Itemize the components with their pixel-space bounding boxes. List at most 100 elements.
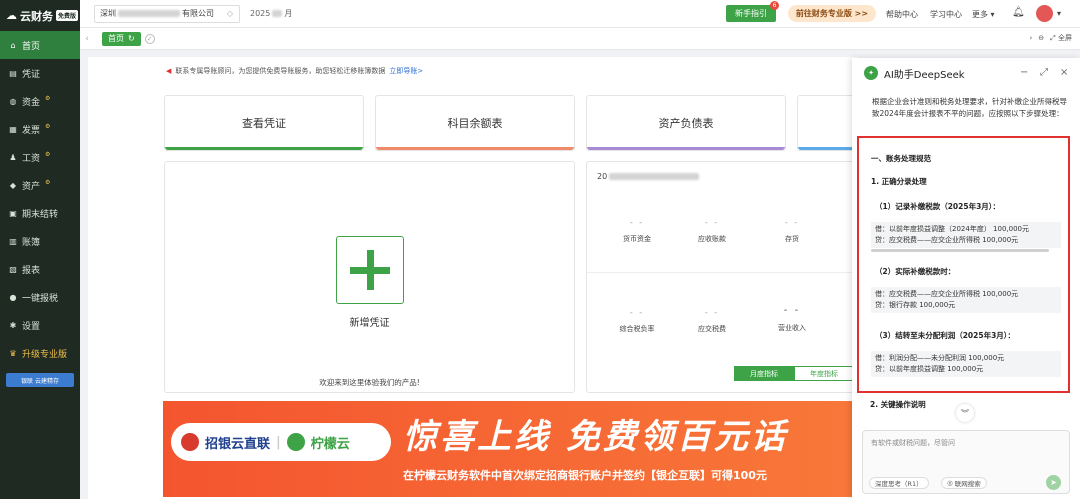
- voucher-icon: ▤: [9, 68, 17, 78]
- scroll-down-icon[interactable]: ︾: [956, 404, 974, 422]
- fullscreen-button[interactable]: ⤢ 全屏: [1050, 33, 1072, 43]
- company-selector[interactable]: 深圳 有限公司 ◇: [94, 4, 240, 23]
- indicator-toggle: 月度指标 年度指标: [734, 366, 854, 381]
- help-center-link[interactable]: 帮助中心: [886, 9, 918, 20]
- avatar[interactable]: [1036, 5, 1053, 22]
- new-feature-icon: ⚙: [45, 150, 51, 158]
- ai-journal-entry-3: 借：利润分配——未分配利润 100,000元 贷：以前年度损益调整 100,00…: [871, 351, 1061, 377]
- web-search-toggle[interactable]: ◎ 联网搜索: [941, 477, 987, 489]
- sidebar-item-fund[interactable]: ◍ 资金 ⚙: [0, 87, 80, 115]
- quick-view-voucher[interactable]: 查看凭证: [164, 95, 364, 151]
- learning-center-link[interactable]: 学习中心: [930, 9, 962, 20]
- lemon-logo-icon: [286, 433, 305, 451]
- sidebar-item-tax[interactable]: ● 一键报税: [0, 283, 80, 311]
- stat-value: - -: [784, 218, 800, 227]
- quick-label: 资产负债表: [658, 117, 714, 130]
- quick-account-balance[interactable]: 科目余额表: [375, 95, 575, 151]
- stat-value: - -: [629, 308, 645, 317]
- yearly-indicator-tab[interactable]: 年度指标: [794, 366, 854, 381]
- sidebar-item-salary[interactable]: ♟ 工资 ⚙: [0, 143, 80, 171]
- plus-icon: [350, 250, 390, 290]
- close-tabs-icon[interactable]: ⊖: [1038, 34, 1044, 42]
- stat-label: 货币资金: [623, 235, 651, 243]
- report-icon: ▧: [9, 264, 17, 274]
- stat-cash: - - 货币资金: [597, 218, 677, 244]
- ai-next-section: 2. 关键操作说明: [870, 400, 926, 409]
- stat-value: - -: [629, 218, 645, 227]
- sidebar-item-settings[interactable]: ✱ 设置: [0, 311, 80, 339]
- bell-icon[interactable]: 🔔︎: [1012, 7, 1025, 18]
- stat-label: 营业收入: [778, 324, 806, 332]
- monthly-indicator-tab[interactable]: 月度指标: [734, 366, 794, 381]
- quick-item-4[interactable]: [797, 95, 858, 151]
- sidebar: ☁ 云财务 免费版 ⌂ 首页 ▤ 凭证 ◍ 资金 ⚙ ▦ 发票 ⚙ ♟ 工资 ⚙ ◆ 资产 ⚙ ▣ 期末结转 ▥ 账簿…: [0, 0, 80, 499]
- stat-label: 综合税负率: [619, 325, 655, 333]
- notice-link[interactable]: 立即导账>: [389, 66, 423, 76]
- chevron-down-icon[interactable]: ▾: [1057, 9, 1061, 18]
- send-icon[interactable]: ➤: [1046, 475, 1061, 490]
- ai-question-input[interactable]: 有软件或财税问题，尽管问 深度思考（R1） ◎ 联网搜索 ➤: [862, 430, 1070, 494]
- salary-icon: ♟: [9, 152, 17, 162]
- go-pro-button[interactable]: 前往财务专业版 >>: [788, 5, 876, 22]
- new-voucher-button[interactable]: [336, 236, 404, 304]
- chevron-down-icon: ▾: [990, 10, 995, 19]
- check-circle-icon[interactable]: ✓: [144, 33, 155, 44]
- tab-actions: › ⊖ ⤢ 全屏: [1029, 33, 1072, 43]
- quick-label: 查看凭证: [242, 117, 286, 130]
- sidebar-item-label: 账簿: [22, 237, 41, 248]
- refresh-icon[interactable]: ↻: [128, 34, 135, 43]
- sidebar-item-invoice[interactable]: ▦ 发票 ⚙: [0, 115, 80, 143]
- quick-balance-sheet[interactable]: 资产负债表: [586, 95, 786, 151]
- period-selector[interactable]: 2025 月: [250, 8, 292, 19]
- company-name-suffix: 有限公司: [182, 9, 214, 18]
- sidebar-item-ledger[interactable]: ▥ 账簿: [0, 227, 80, 255]
- beginner-guide-button[interactable]: 新手指引: [726, 5, 776, 22]
- welcome-text: 欢迎来到这里体验我们的产品!: [319, 378, 420, 387]
- tab-scroll-right-icon[interactable]: ›: [1029, 34, 1032, 42]
- sidebar-item-label: 工资: [22, 153, 41, 164]
- ai-step-3: （3）结转至未分配利润（2025年3月）：: [875, 331, 1016, 340]
- sidebar-item-upgrade[interactable]: ♛ 升级专业版: [0, 339, 80, 367]
- sidebar-item-label: 设置: [22, 321, 41, 332]
- invoice-icon: ▦: [9, 124, 17, 134]
- new-voucher-panel: 新增凭证 欢迎来到这里体验我们的产品!: [164, 161, 575, 393]
- promo-banner[interactable]: 招银云直联 | 柠檬云 惊喜上线 免费领百元话 在柠檬云财务软件中首次绑定招商银…: [163, 401, 858, 497]
- more-menu[interactable]: 更多 ▾: [972, 9, 995, 20]
- banner-logo-cmb: 招银云直联: [205, 436, 271, 452]
- sidebar-item-voucher[interactable]: ▤ 凭证: [0, 59, 80, 87]
- ai-answer-highlight: 一、账务处理规范 1. 正确分录处理 （1）记录补缴税款（2025年3月）： 借…: [857, 136, 1070, 393]
- cmb-logo-icon: [181, 433, 199, 451]
- stat-label: 存货: [785, 235, 799, 243]
- ai-intro-text: 根据企业会计准则和税务处理要求，针对补缴企业所得税导致2024年度会计报表不平的…: [872, 97, 1067, 118]
- code-scrollbar[interactable]: [871, 249, 1049, 252]
- sidebar-item-asset[interactable]: ◆ 资产 ⚙: [0, 171, 80, 199]
- journal-debit-line: 借：以前年度损益调整（2024年度） 100,000元: [875, 225, 1029, 233]
- tab-scroll-left-icon[interactable]: ‹: [80, 34, 94, 44]
- quick-accent-bar: [798, 147, 857, 150]
- expand-icon[interactable]: ⤢: [1040, 67, 1048, 78]
- sidebar-item-closing[interactable]: ▣ 期末结转: [0, 199, 80, 227]
- tab-home[interactable]: 首页 ↻: [102, 31, 141, 46]
- sidebar-promo-banner[interactable]: 银联 云建精存: [6, 373, 74, 387]
- stat-tax-payable: - - 应交税费: [672, 308, 752, 334]
- ai-subheading: 1. 正确分录处理: [871, 177, 927, 186]
- stat-label: 应交税费: [698, 325, 726, 333]
- journal-credit-line: 贷：以前年度损益调整 100,000元: [875, 365, 984, 373]
- app-logo-text: 云财务: [20, 9, 53, 23]
- deep-think-toggle[interactable]: 深度思考（R1）: [869, 477, 929, 489]
- app-logo[interactable]: ☁ 云财务 免费版: [0, 0, 80, 31]
- new-feature-icon: ⚙: [45, 94, 51, 102]
- stat-value: - -: [704, 308, 720, 317]
- sidebar-item-report[interactable]: ▧ 报表: [0, 255, 80, 283]
- minimize-icon[interactable]: −: [1020, 67, 1028, 78]
- quick-accent-bar: [587, 147, 785, 150]
- stat-value: - -: [704, 218, 720, 227]
- home-icon: ⌂: [10, 40, 16, 50]
- quick-accent-bar: [376, 147, 574, 150]
- close-icon[interactable]: ×: [1060, 67, 1068, 78]
- sidebar-item-home[interactable]: ⌂ 首页: [0, 31, 80, 59]
- ai-section-heading: 一、账务处理规范: [871, 154, 931, 163]
- stats-title-blurred: [609, 173, 700, 180]
- financial-stats-panel: 20 - - 货币资金 - - 应收账款 - - 存货 - - 综合税负率 - - 应交税…: [586, 161, 858, 393]
- fullscreen-label: 全屏: [1058, 34, 1072, 42]
